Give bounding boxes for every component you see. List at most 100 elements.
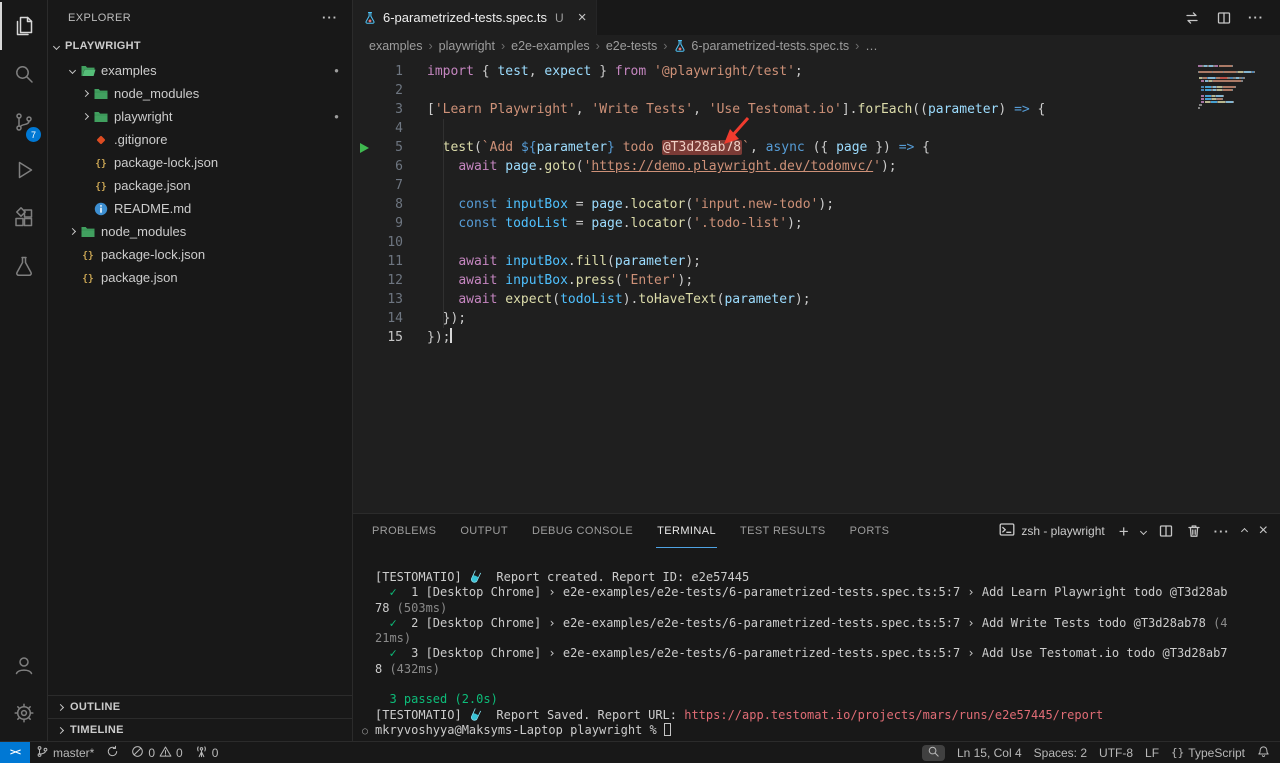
remote-indicator[interactable]: >< — [0, 742, 30, 763]
code-editor[interactable]: 1import { test, expect } from '@playwrig… — [353, 57, 1280, 513]
code-line-8[interactable]: 8 const inputBox = page.locator('input.n… — [353, 195, 1280, 214]
code-line-3[interactable]: 3['Learn Playwright', 'Write Tests', 'Us… — [353, 100, 1280, 119]
json-icon: {} — [80, 247, 96, 263]
problems-item[interactable]: 0 0 — [125, 742, 188, 763]
breadcrumb-item[interactable]: 6-parametrized-tests.spec.ts — [673, 39, 849, 53]
tree-item-README.md[interactable]: README.md — [48, 197, 352, 220]
tree-item-package-lock.json[interactable]: {}package-lock.json — [48, 151, 352, 174]
code-line-4[interactable]: 4 — [353, 119, 1280, 138]
status-bar: >< master* 0 0 0 Ln 15, Col 4 Spaces: 2 … — [0, 741, 1280, 763]
code-line-9[interactable]: 9 const todoList = page.locator('.todo-l… — [353, 214, 1280, 233]
test-file-icon — [673, 39, 687, 53]
svg-text:{}: {} — [95, 158, 106, 169]
tree-item-package.json[interactable]: {}package.json — [48, 174, 352, 197]
panel-tab-debug-console[interactable]: DEBUG CONSOLE — [531, 514, 634, 548]
breadcrumb-item[interactable]: e2e-examples — [511, 39, 590, 53]
tree-item-package.json[interactable]: {}package.json — [48, 266, 352, 289]
editor-more-icon[interactable]: ··· — [1248, 10, 1264, 25]
activity-bar-bottom — [0, 641, 47, 737]
activity-testing[interactable] — [0, 242, 47, 290]
activity-settings[interactable] — [0, 689, 47, 737]
activity-explorer[interactable] — [0, 2, 47, 50]
tab-6-parametrized-tests[interactable]: 6-parametrized-tests.spec.ts U × — [353, 0, 597, 35]
error-count: 0 — [148, 746, 155, 760]
activity-search[interactable] — [0, 50, 47, 98]
activity-source-control[interactable]: 7 — [0, 98, 47, 146]
encoding-setting[interactable]: UTF-8 — [1093, 742, 1139, 763]
run-test-icon[interactable] — [360, 143, 369, 153]
outline-label: OUTLINE — [70, 701, 120, 713]
code-line-15[interactable]: 15}); — [353, 328, 1280, 347]
breadcrumb-item[interactable]: playwright — [439, 39, 495, 53]
terminal-dropdown-icon[interactable] — [1141, 529, 1146, 534]
terminal-session[interactable]: zsh - playwright — [999, 522, 1104, 541]
activity-run-debug[interactable] — [0, 146, 47, 194]
language-mode[interactable]: {} TypeScript — [1165, 742, 1251, 763]
chevron-down-icon — [53, 42, 60, 49]
indent-guide — [443, 119, 444, 328]
breadcrumb-item[interactable]: e2e-tests — [606, 39, 657, 53]
notifications-bell[interactable] — [1251, 742, 1280, 763]
maximize-panel-icon[interactable] — [1242, 529, 1247, 534]
eol-setting[interactable]: LF — [1139, 742, 1165, 763]
tree-item-examples[interactable]: examples● — [48, 59, 352, 82]
magnifier-icon — [927, 745, 940, 761]
section-outline[interactable]: OUTLINE — [48, 695, 352, 718]
code-line-10[interactable]: 10 — [353, 233, 1280, 252]
panel-more-icon[interactable]: ··· — [1214, 524, 1230, 539]
code-line-2[interactable]: 2 — [353, 81, 1280, 100]
terminal-link[interactable]: https://app.testomat.io/projects/mars/ru… — [684, 708, 1103, 722]
tree-item-package-lock.json[interactable]: {}package-lock.json — [48, 243, 352, 266]
code-line-11[interactable]: 11 await inputBox.fill(parameter); — [353, 252, 1280, 271]
close-tab-icon[interactable]: × — [578, 10, 587, 25]
compare-changes-icon[interactable] — [1184, 10, 1200, 26]
branch-item[interactable]: master* — [30, 742, 100, 763]
code-line-6[interactable]: 6 await page.goto('https://demo.playwrig… — [353, 157, 1280, 176]
terminal-cursor — [664, 723, 671, 736]
file-tree: examples●node_modulesplaywright●.gitigno… — [48, 57, 352, 695]
section-playwright[interactable]: PLAYWRIGHT — [48, 35, 352, 57]
code-line-7[interactable]: 7 — [353, 176, 1280, 195]
tree-item-playwright[interactable]: playwright● — [48, 105, 352, 128]
git-branch-icon — [36, 745, 49, 761]
sync-button[interactable] — [100, 742, 125, 763]
terminal-output[interactable]: [TESTOMATIO] Report created. Report ID: … — [353, 548, 1280, 741]
code-line-12[interactable]: 12 await inputBox.press('Enter'); — [353, 271, 1280, 290]
tree-item-node_modules[interactable]: node_modules — [48, 220, 352, 243]
code-line-13[interactable]: 13 await expect(todoList).toHaveText(par… — [353, 290, 1280, 309]
panel-tab-terminal[interactable]: TERMINAL — [656, 514, 717, 548]
zoom-indicator[interactable] — [922, 745, 945, 761]
tree-item-node_modules[interactable]: node_modules — [48, 82, 352, 105]
activity-bar: 7 — [0, 0, 48, 741]
breadcrumb-item[interactable]: examples — [369, 39, 423, 53]
split-editor-icon[interactable] — [1216, 10, 1232, 26]
kill-terminal-icon[interactable] — [1186, 523, 1202, 539]
prompt-decoration: ○ — [362, 724, 368, 739]
panel-tab-test-results[interactable]: TEST RESULTS — [739, 514, 827, 548]
activity-extensions[interactable] — [0, 194, 47, 242]
breadcrumb-item[interactable]: … — [865, 39, 878, 53]
scm-badge: 7 — [26, 127, 41, 142]
ports-item[interactable]: 0 — [189, 742, 225, 763]
panel-tab-output[interactable]: OUTPUT — [459, 514, 509, 548]
section-timeline[interactable]: TIMELINE — [48, 718, 352, 741]
explorer-more-icon[interactable]: ··· — [322, 10, 338, 25]
tree-item-.gitignore[interactable]: .gitignore — [48, 128, 352, 151]
close-panel-icon[interactable]: × — [1259, 523, 1268, 539]
minimap[interactable] — [1198, 65, 1268, 110]
new-terminal-icon[interactable]: + — [1119, 523, 1129, 540]
code-line-14[interactable]: 14 }); — [353, 309, 1280, 328]
code-line-1[interactable]: 1import { test, expect } from '@playwrig… — [353, 62, 1280, 81]
test-tube-icon — [470, 570, 481, 584]
timeline-label: TIMELINE — [70, 724, 124, 736]
indentation-setting[interactable]: Spaces: 2 — [1028, 742, 1093, 763]
language-label: TypeScript — [1188, 746, 1245, 760]
panel-tab-problems[interactable]: PROBLEMS — [371, 514, 437, 548]
error-icon — [131, 745, 144, 761]
text-cursor — [450, 328, 452, 343]
panel-tab-ports[interactable]: PORTS — [849, 514, 891, 548]
code-line-5[interactable]: 5 test(`Add ${parameter} todo @T3d28ab78… — [353, 138, 1280, 157]
cursor-position[interactable]: Ln 15, Col 4 — [951, 742, 1028, 763]
activity-accounts[interactable] — [0, 641, 47, 689]
split-terminal-icon[interactable] — [1158, 523, 1174, 539]
